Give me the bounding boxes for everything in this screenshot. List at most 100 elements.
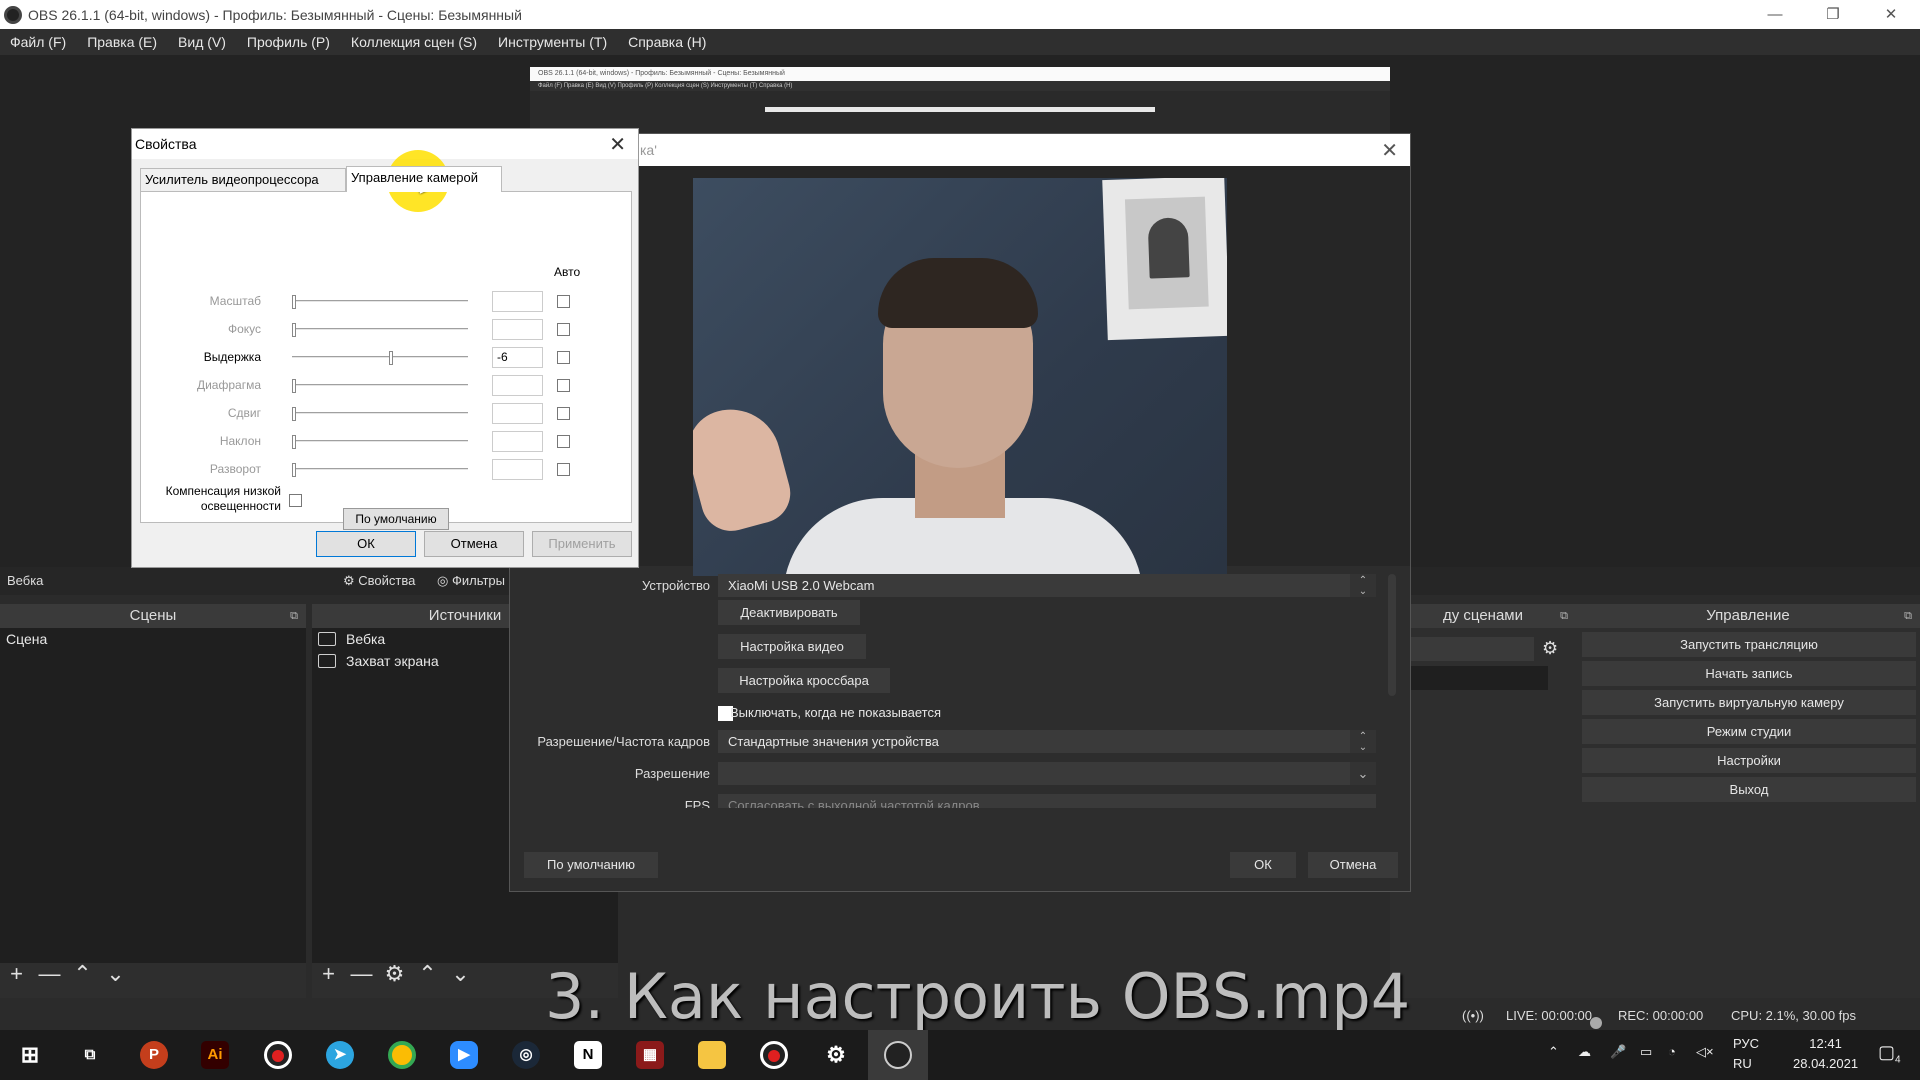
exposure-value[interactable]: -6 xyxy=(492,347,543,368)
menu-help[interactable]: Справка (H) xyxy=(628,34,706,50)
microphone-icon[interactable]: 🎤 xyxy=(1610,1044,1626,1060)
tilt-slider-thumb[interactable] xyxy=(292,435,296,449)
iris-slider[interactable] xyxy=(292,384,468,387)
duration-field[interactable] xyxy=(1390,666,1548,690)
start-recording-button[interactable]: Начать запись xyxy=(1582,661,1916,686)
defaults-button[interactable]: По умолчанию xyxy=(524,852,658,878)
device-select[interactable]: XiaoMi USB 2.0 Webcam ⌃ ⌄ xyxy=(718,574,1376,597)
remove-source-button[interactable]: — xyxy=(345,962,378,986)
add-source-button[interactable]: + xyxy=(312,962,345,986)
ok-button[interactable]: ОК xyxy=(1230,852,1296,878)
add-scene-button[interactable]: + xyxy=(0,962,33,986)
undock-icon[interactable]: ⧉ xyxy=(1560,604,1568,628)
fps-select[interactable]: Согласовать с выходной частотой кадров xyxy=(718,794,1376,808)
tray-chevron-up-icon[interactable]: ⌃ xyxy=(1548,1044,1559,1060)
focus-value[interactable] xyxy=(492,319,543,340)
notion-icon[interactable]: N xyxy=(574,1041,602,1069)
move-source-up-button[interactable]: ⌃ xyxy=(411,962,444,986)
recorder-icon[interactable] xyxy=(760,1041,788,1069)
deactivate-button[interactable]: Деактивировать xyxy=(718,600,860,625)
menu-view[interactable]: Вид (V) xyxy=(178,34,226,50)
settings-button[interactable]: Настройки xyxy=(1582,748,1916,773)
zoom-auto-checkbox[interactable] xyxy=(557,295,570,308)
close-icon[interactable]: ✕ xyxy=(1381,138,1398,163)
move-scene-up-button[interactable]: ⌃ xyxy=(66,962,99,986)
tab-camera-control[interactable]: Управление камерой xyxy=(346,166,502,192)
scene-item[interactable]: Сцена xyxy=(0,628,306,650)
zoom-slider-thumb[interactable] xyxy=(292,295,296,309)
source-filters-button[interactable]: ◎ Фильтры xyxy=(437,573,505,589)
input-language[interactable]: РУС RU xyxy=(1733,1036,1759,1071)
form-scrollbar[interactable] xyxy=(1388,574,1396,696)
exit-button[interactable]: Выход xyxy=(1582,777,1916,802)
clock[interactable]: 12:41 28.04.2021 xyxy=(1793,1036,1858,1071)
menu-scene-collection[interactable]: Коллекция сцен (S) xyxy=(351,34,477,50)
task-view-icon[interactable]: ⧉ xyxy=(76,1041,104,1069)
pan-value[interactable] xyxy=(492,403,543,424)
wifi-icon[interactable]: ◔ xyxy=(1668,1044,1676,1059)
roll-slider-thumb[interactable] xyxy=(292,463,296,477)
obs-taskbar-item[interactable] xyxy=(868,1030,928,1080)
focus-slider-thumb[interactable] xyxy=(292,323,296,337)
chrome-icon[interactable] xyxy=(388,1041,416,1069)
pan-slider[interactable] xyxy=(292,412,468,415)
cancel-button[interactable]: Отмена xyxy=(1308,852,1398,878)
resolution-select[interactable]: ⌄ xyxy=(718,762,1376,785)
menu-profile[interactable]: Профиль (P) xyxy=(247,34,330,50)
configure-video-button[interactable]: Настройка видео xyxy=(718,634,866,659)
tilt-value[interactable] xyxy=(492,431,543,452)
speaker-muted-icon[interactable]: ◁× xyxy=(1696,1044,1714,1060)
roll-slider[interactable] xyxy=(292,468,468,471)
telegram-icon[interactable]: ➤ xyxy=(326,1041,354,1069)
steam-icon[interactable]: ◎ xyxy=(512,1041,540,1069)
file-explorer-icon[interactable] xyxy=(698,1041,726,1069)
undock-icon[interactable]: ⧉ xyxy=(1904,604,1912,628)
studio-mode-button[interactable]: Режим студии xyxy=(1582,719,1916,744)
roll-auto-checkbox[interactable] xyxy=(557,463,570,476)
move-source-down-button[interactable]: ⌄ xyxy=(444,962,477,986)
camera-defaults-button[interactable]: По умолчанию xyxy=(343,508,449,530)
exposure-slider[interactable] xyxy=(292,356,468,359)
undock-icon[interactable]: ⧉ xyxy=(290,604,298,628)
start-streaming-button[interactable]: Запустить трансляцию xyxy=(1582,632,1916,657)
settings-gear-icon[interactable]: ⚙ xyxy=(822,1041,850,1069)
minimize-button[interactable]: — xyxy=(1746,0,1804,29)
windows-start-icon[interactable]: ⊞ xyxy=(16,1041,44,1069)
remove-scene-button[interactable]: — xyxy=(33,962,66,986)
iris-value[interactable] xyxy=(492,375,543,396)
resolution-fps-select[interactable]: Стандартные значения устройства ⌃ ⌄ xyxy=(718,730,1376,753)
exposure-slider-thumb[interactable] xyxy=(389,351,393,365)
close-button[interactable]: ✕ xyxy=(1862,0,1920,29)
zoom-value[interactable] xyxy=(492,291,543,312)
roll-value[interactable] xyxy=(492,459,543,480)
tab-video-proc-amp[interactable]: Усилитель видеопроцессора xyxy=(140,168,346,192)
source-settings-button[interactable]: ⚙ xyxy=(378,962,411,986)
move-scene-down-button[interactable]: ⌄ xyxy=(99,962,132,986)
pan-slider-thumb[interactable] xyxy=(292,407,296,421)
screen-recorder-icon[interactable] xyxy=(264,1041,292,1069)
gear-icon[interactable]: ⚙ xyxy=(1542,638,1558,659)
menu-edit[interactable]: Правка (E) xyxy=(87,34,157,50)
winrar-icon[interactable]: ▦ xyxy=(636,1041,664,1069)
focus-auto-checkbox[interactable] xyxy=(557,323,570,336)
iris-auto-checkbox[interactable] xyxy=(557,379,570,392)
tilt-slider[interactable] xyxy=(292,440,468,443)
close-icon[interactable]: ✕ xyxy=(609,132,626,157)
exposure-auto-checkbox[interactable] xyxy=(557,351,570,364)
notifications-icon[interactable]: ▢4 xyxy=(1878,1042,1901,1066)
pan-auto-checkbox[interactable] xyxy=(557,407,570,420)
menu-file[interactable]: Файл (F) xyxy=(10,34,66,50)
camera-apply-button[interactable]: Применить xyxy=(532,531,632,557)
menu-tools[interactable]: Инструменты (T) xyxy=(498,34,607,50)
illustrator-icon[interactable]: Ai xyxy=(201,1041,229,1069)
camera-cancel-button[interactable]: Отмена xyxy=(424,531,524,557)
onedrive-icon[interactable]: ☁ xyxy=(1578,1044,1591,1060)
tilt-auto-checkbox[interactable] xyxy=(557,435,570,448)
zoom-slider[interactable] xyxy=(292,300,468,303)
powerpoint-icon[interactable]: P xyxy=(140,1041,168,1069)
low-light-compensation-checkbox[interactable] xyxy=(289,494,302,507)
start-virtual-camera-button[interactable]: Запустить виртуальную камеру xyxy=(1582,690,1916,715)
focus-slider[interactable] xyxy=(292,328,468,331)
battery-icon[interactable]: ▭ xyxy=(1640,1044,1652,1060)
iris-slider-thumb[interactable] xyxy=(292,379,296,393)
